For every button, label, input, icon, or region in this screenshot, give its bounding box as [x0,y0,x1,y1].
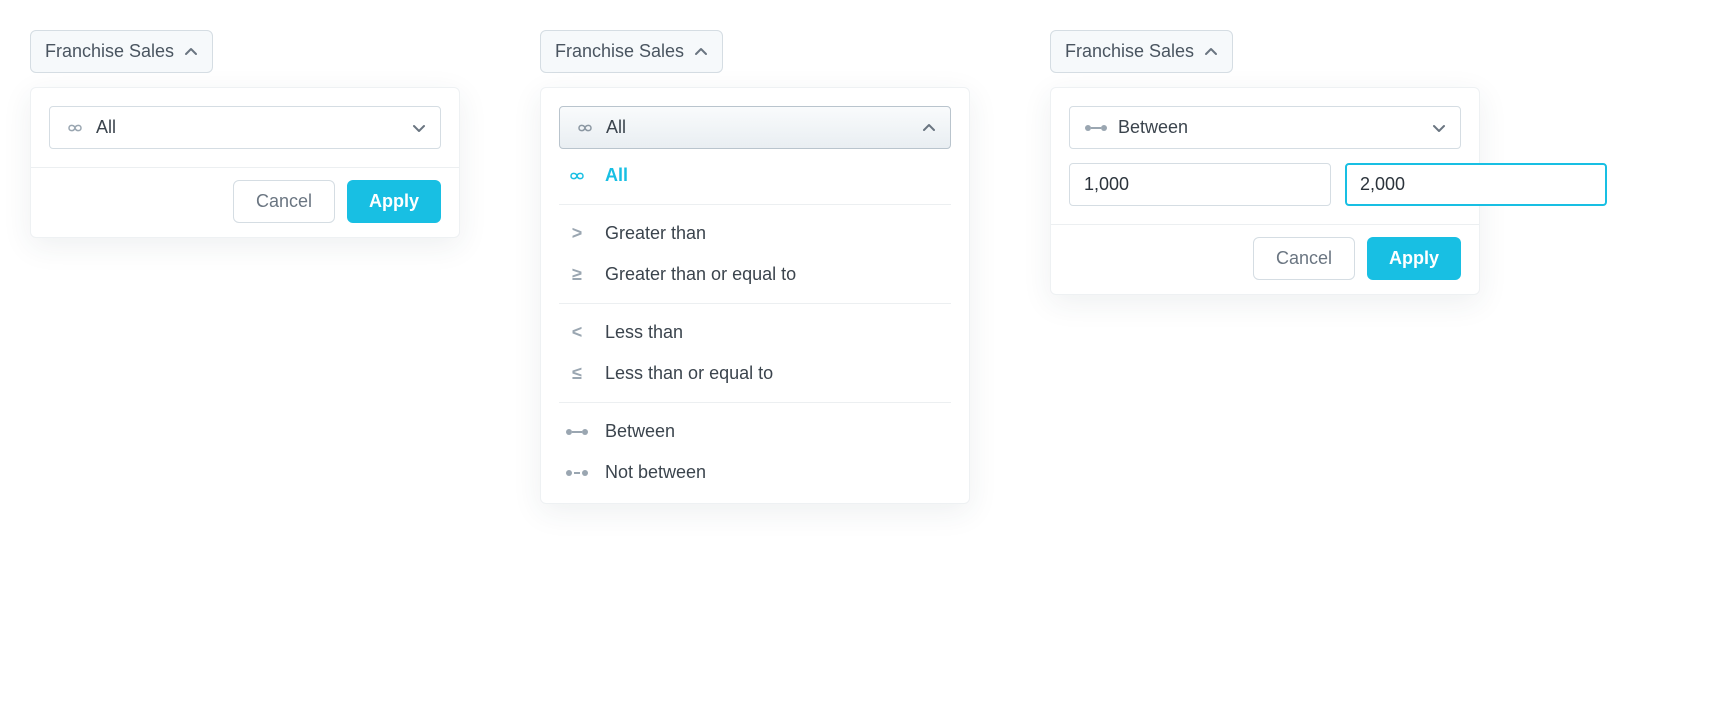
lt-icon: < [565,322,589,343]
filter-chip-label: Franchise Sales [45,41,174,62]
filter-panel: All Cancel Apply [30,87,460,238]
operator-option-label: Greater than [605,223,706,244]
operator-option-label: Less than or equal to [605,363,773,384]
filter-state-open: Franchise Sales All All > Greater than ≥ Gre… [540,30,970,504]
action-row: Cancel Apply [49,180,441,223]
infinity-icon [64,121,86,135]
operator-option-label: Greater than or equal to [605,264,796,285]
cancel-button[interactable]: Cancel [233,180,335,223]
filter-chip[interactable]: Franchise Sales [540,30,723,73]
operator-options-list: All > Greater than ≥ Greater than or equal t… [559,149,951,493]
filter-panel: Between Cancel Apply [1050,87,1480,295]
chevron-up-icon [922,121,936,135]
filter-chip[interactable]: Franchise Sales [1050,30,1233,73]
operator-option-between[interactable]: Between [559,411,951,452]
filter-chip-label: Franchise Sales [555,41,684,62]
action-row: Cancel Apply [1069,237,1461,280]
chevron-up-icon [1204,45,1218,59]
operator-option-lte[interactable]: ≤ Less than or equal to [559,353,951,394]
range-to-input[interactable] [1345,163,1607,206]
operator-option-gt[interactable]: > Greater than [559,213,951,254]
between-icon [565,426,589,438]
operator-select[interactable]: Between [1069,106,1461,149]
filter-chip[interactable]: Franchise Sales [30,30,213,73]
operator-option-lt[interactable]: < Less than [559,312,951,353]
divider [31,167,459,168]
operator-select[interactable]: All [559,106,951,149]
operator-option-label: Less than [605,322,683,343]
chevron-up-icon [184,45,198,59]
range-inputs [1069,163,1461,206]
between-icon [1084,122,1108,134]
dropdown-separator [559,204,951,205]
gte-icon: ≥ [565,264,589,285]
dropdown-separator [559,402,951,403]
lte-icon: ≤ [565,363,589,384]
operator-option-label: Between [605,421,675,442]
range-from-input[interactable] [1069,163,1331,206]
gt-icon: > [565,223,589,244]
operator-option-all[interactable]: All [559,155,951,196]
infinity-icon [565,169,589,183]
filter-chip-label: Franchise Sales [1065,41,1194,62]
notbetween-icon [565,467,589,479]
operator-select-label: All [96,117,402,138]
operator-option-label: All [605,165,628,186]
cancel-button[interactable]: Cancel [1253,237,1355,280]
infinity-icon [574,121,596,135]
chevron-down-icon [412,121,426,135]
divider [1051,224,1479,225]
operator-option-label: Not between [605,462,706,483]
filter-state-between: Franchise Sales Between Cancel [1050,30,1480,295]
chevron-down-icon [1432,121,1446,135]
operator-option-not_between[interactable]: Not between [559,452,951,493]
apply-button[interactable]: Apply [347,180,441,223]
operator-select-label: Between [1118,117,1422,138]
operator-select-label: All [606,117,912,138]
chevron-up-icon [694,45,708,59]
filter-state-closed: Franchise Sales All Cancel Apply [30,30,460,238]
dropdown-separator [559,303,951,304]
apply-button[interactable]: Apply [1367,237,1461,280]
operator-select[interactable]: All [49,106,441,149]
operator-option-gte[interactable]: ≥ Greater than or equal to [559,254,951,295]
filter-panel-open: All All > Greater than ≥ Greater than or equ… [540,87,970,504]
